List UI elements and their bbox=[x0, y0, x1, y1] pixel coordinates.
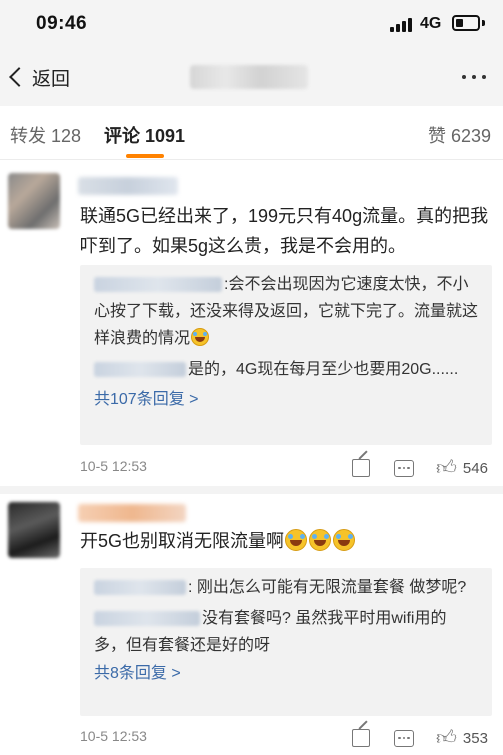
reply-item[interactable]: 没有套餐吗? 虽然我平时用wifi用的多，但有套餐还是好的呀 bbox=[94, 605, 478, 659]
back-label: 返回 bbox=[32, 68, 71, 90]
thumbs-up-icon: 👍︎ bbox=[436, 727, 457, 749]
comment-meta: 10-5 12:53 👍︎ 546 bbox=[80, 455, 493, 481]
reply-icon bbox=[394, 729, 414, 747]
network-label: 4G bbox=[420, 15, 442, 32]
comment-time: 10-5 12:53 bbox=[80, 728, 147, 744]
share-icon bbox=[352, 729, 370, 747]
comment-time: 10-5 12:53 bbox=[80, 458, 147, 474]
reply-box[interactable]: : 刚出怎么可能有无限流量套餐 做梦呢? 没有套餐吗? 虽然我平时用wifi用的… bbox=[80, 568, 492, 716]
avatar[interactable] bbox=[8, 173, 60, 229]
nav-bar: 返回 bbox=[0, 48, 503, 106]
comment-item: 联通5G已经出来了，199元只有40g流量。真的把我吓到了。如果5g这么贵，我是… bbox=[0, 161, 503, 486]
blurred-username[interactable] bbox=[78, 177, 178, 195]
more-dots-icon[interactable] bbox=[462, 75, 486, 79]
reply-item[interactable]: :会不会出现因为它速度太快，不小心按了下载，还没来得及返回，它就下完了。流量就这… bbox=[94, 271, 478, 352]
blurred-reply-user bbox=[94, 580, 186, 596]
share-icon bbox=[352, 459, 370, 477]
reply-text: : 刚出怎么可能有无限流量套餐 做梦呢? bbox=[188, 579, 467, 596]
laughing-emoji-icon bbox=[285, 529, 308, 551]
status-time: 09:46 bbox=[36, 13, 88, 34]
like-count: 353 bbox=[462, 729, 488, 747]
reply-icon bbox=[394, 459, 414, 477]
blurred-title bbox=[190, 65, 308, 89]
tab-repost[interactable]: 转发 128 bbox=[10, 122, 81, 148]
reply-text: 是的，4G现在每月至少也要用20G...... bbox=[188, 361, 459, 378]
laughing-emoji-icon bbox=[309, 529, 332, 551]
back-arrow-icon bbox=[9, 67, 29, 87]
like-button[interactable]: 👍︎ 546 bbox=[436, 455, 488, 481]
tab-likes[interactable]: 赞 6239 bbox=[428, 122, 491, 148]
active-tab-indicator bbox=[126, 154, 164, 158]
battery-cap bbox=[482, 20, 485, 26]
tab-comments[interactable]: 评论 1091 bbox=[104, 122, 185, 148]
reply-button[interactable] bbox=[394, 725, 414, 751]
share-button[interactable] bbox=[352, 725, 370, 751]
status-bar: 09:46 4G bbox=[0, 0, 503, 48]
reply-item[interactable]: : 刚出怎么可能有无限流量套餐 做梦呢? bbox=[94, 574, 478, 601]
blurred-reply-user bbox=[94, 362, 186, 378]
blurred-username[interactable] bbox=[78, 504, 186, 522]
thumbs-up-icon: 👍︎ bbox=[436, 457, 457, 479]
more-replies-link[interactable]: 共8条回复 > bbox=[94, 661, 181, 687]
laughing-emoji-icon bbox=[191, 328, 210, 346]
battery-icon bbox=[452, 15, 480, 31]
blurred-reply-user bbox=[94, 277, 222, 293]
back-button[interactable]: 返回 bbox=[6, 62, 70, 92]
laughing-emoji-icon bbox=[333, 529, 356, 551]
more-replies-link[interactable]: 共107条回复 > bbox=[94, 387, 199, 413]
like-count: 546 bbox=[462, 459, 488, 477]
reply-box[interactable]: :会不会出现因为它速度太快，不小心按了下载，还没来得及返回，它就下完了。流量就这… bbox=[80, 265, 492, 445]
signal-icon bbox=[390, 16, 414, 32]
like-button[interactable]: 👍︎ 353 bbox=[436, 725, 488, 751]
comment-text-content: 开5G也别取消无限流量啊 bbox=[80, 531, 285, 551]
reply-item[interactable]: 是的，4G现在每月至少也要用20G...... bbox=[94, 356, 478, 383]
comment-text: 开5G也别取消无限流量啊 bbox=[80, 526, 491, 556]
share-button[interactable] bbox=[352, 455, 370, 481]
comment-item: 开5G也别取消无限流量啊 : 刚出怎么可能有无限流量套餐 做梦呢? 没有套餐吗?… bbox=[0, 494, 503, 755]
tabs-bar: 转发 128 评论 1091 赞 6239 bbox=[0, 106, 503, 160]
blurred-reply-user bbox=[94, 611, 200, 627]
comment-text: 联通5G已经出来了，199元只有40g流量。真的把我吓到了。如果5g这么贵，我是… bbox=[80, 206, 489, 256]
comment-meta: 10-5 12:53 👍︎ 353 bbox=[80, 725, 493, 751]
reply-button[interactable] bbox=[394, 455, 414, 481]
avatar[interactable] bbox=[8, 502, 60, 558]
divider bbox=[0, 486, 503, 494]
